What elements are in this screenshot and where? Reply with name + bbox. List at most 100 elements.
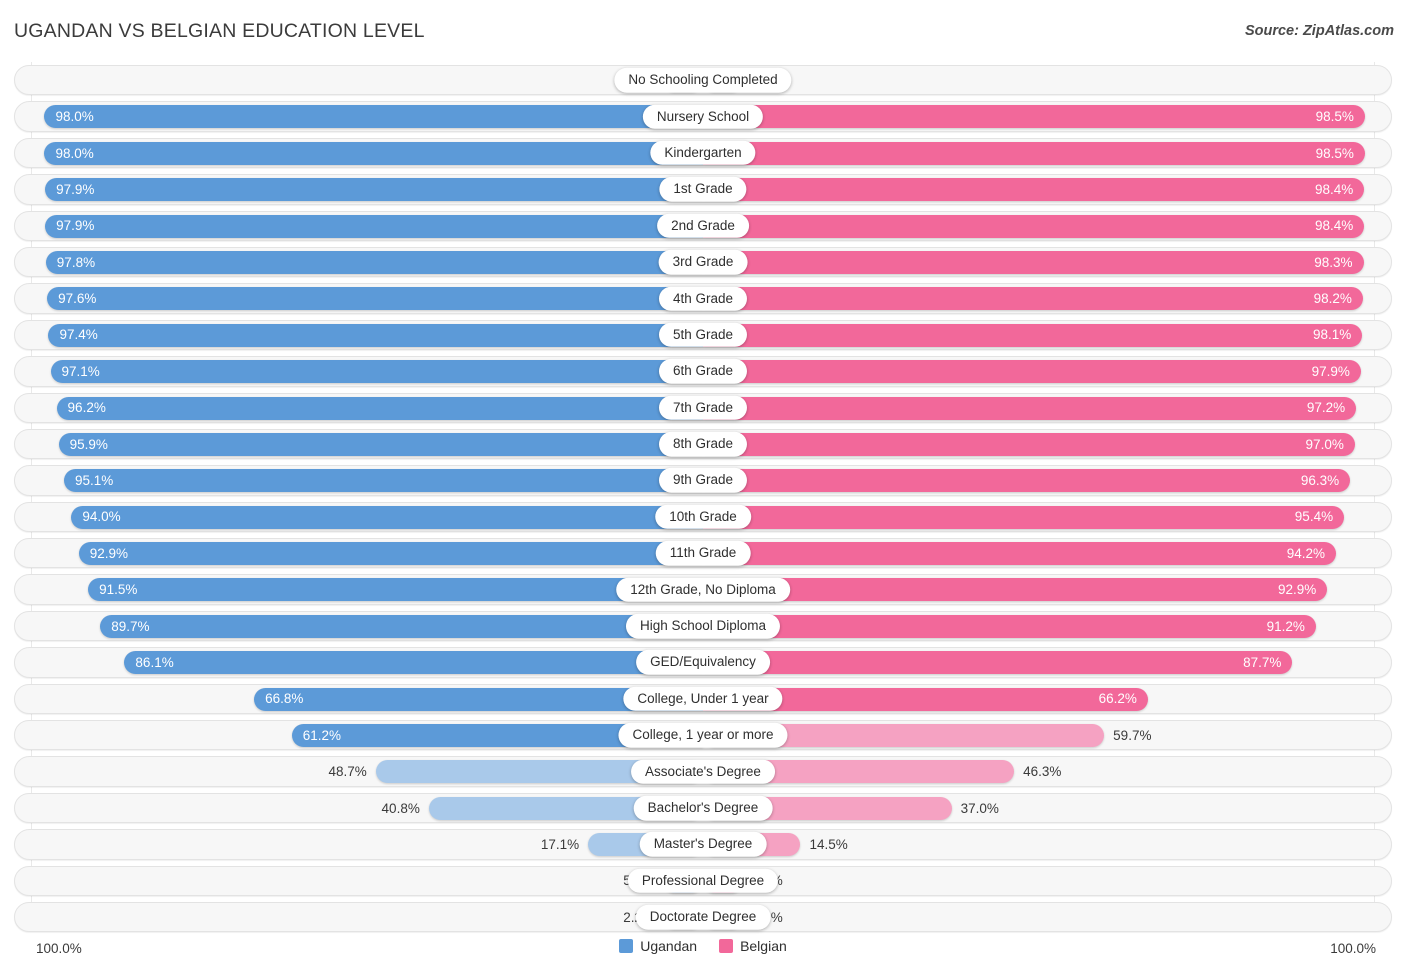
category-label: Nursery School <box>642 104 764 129</box>
bar-value-belgian: 92.9% <box>1278 582 1317 598</box>
bar-group-belgian: 98.5% <box>703 105 1365 129</box>
bar-ugandan[interactable]: 97.6% <box>47 287 703 311</box>
bar-belgian[interactable]: 98.4% <box>703 178 1365 202</box>
bar-value-ugandan: 17.1% <box>540 836 580 852</box>
bar-group-ugandan: 97.4% <box>48 323 703 347</box>
bar-belgian[interactable]: 98.2% <box>703 287 1363 311</box>
bar-ugandan[interactable]: 95.9% <box>58 432 703 456</box>
chart-row: 61.2% 59.7% College, 1 year or more <box>0 717 1406 753</box>
bar-belgian[interactable]: 96.3% <box>703 469 1351 493</box>
bar-value-belgian: 98.4% <box>1314 181 1354 197</box>
category-label: Associate's Degree <box>631 759 775 784</box>
bar-group-ugandan: 92.9% <box>78 542 703 566</box>
bar-value-ugandan: 97.8% <box>56 254 96 270</box>
bar-ugandan[interactable]: 91.5% <box>88 578 703 602</box>
legend-item-belgian[interactable]: Belgian <box>719 938 787 954</box>
bar-belgian[interactable]: 98.5% <box>703 105 1365 129</box>
bar-ugandan[interactable]: 97.4% <box>48 323 703 347</box>
category-label: 2nd Grade <box>657 213 749 238</box>
bar-group-ugandan: 95.1% <box>63 469 703 493</box>
legend-label-ugandan: Ugandan <box>640 938 698 954</box>
chart-row: 92.9% 94.2% 11th Grade <box>0 535 1406 571</box>
bar-belgian[interactable]: 98.3% <box>703 250 1364 274</box>
page-title: UGANDAN VS BELGIAN EDUCATION LEVEL <box>14 20 425 42</box>
bar-group-ugandan: 97.9% <box>45 178 703 202</box>
bar-ugandan[interactable]: 94.0% <box>71 505 703 529</box>
bar-belgian[interactable]: 98.5% <box>703 141 1365 165</box>
bar-value-belgian: 94.2% <box>1286 545 1326 561</box>
category-label: Bachelor's Degree <box>633 795 773 821</box>
category-label: 5th Grade <box>658 322 748 348</box>
category-label: 12th Grade, No Diploma <box>616 577 790 602</box>
bar-value-ugandan: 97.1% <box>61 363 100 379</box>
category-label: Professional Degree <box>627 868 779 894</box>
bar-ugandan[interactable]: 97.9% <box>45 178 703 202</box>
bar-belgian[interactable]: 87.7% <box>703 651 1293 675</box>
bar-ugandan[interactable]: 86.1% <box>124 651 703 675</box>
bar-belgian[interactable]: 94.2% <box>703 542 1337 566</box>
category-label: 1st Grade <box>659 177 747 202</box>
bar-ugandan[interactable]: 92.9% <box>78 542 703 566</box>
category-label: GED/Equivalency <box>636 650 770 675</box>
bar-value-belgian: 91.2% <box>1266 618 1305 634</box>
bar-ugandan[interactable]: 97.9% <box>45 214 703 238</box>
bar-group-belgian: 97.9% <box>703 360 1361 384</box>
bar-belgian[interactable]: 97.0% <box>703 432 1355 456</box>
bar-value-belgian: 46.3% <box>1023 764 1062 780</box>
bar-belgian[interactable]: 91.2% <box>703 614 1316 638</box>
bar-ugandan[interactable]: 98.0% <box>44 141 703 165</box>
bar-value-belgian: 98.1% <box>1312 327 1352 343</box>
bar-group-ugandan: 91.5% <box>88 578 703 602</box>
bar-ugandan[interactable]: 95.1% <box>63 469 703 493</box>
bar-ugandan[interactable]: 96.2% <box>56 396 703 420</box>
category-label: College, Under 1 year <box>623 686 783 712</box>
bar-belgian[interactable]: 97.9% <box>703 360 1361 384</box>
bar-value-belgian: 96.3% <box>1300 473 1340 489</box>
bar-group-belgian: 92.9% <box>703 578 1328 602</box>
bar-value-belgian: 98.2% <box>1313 291 1352 307</box>
bar-value-ugandan: 91.5% <box>99 582 138 598</box>
bar-value-belgian: 98.4% <box>1314 218 1354 234</box>
chart-row: 2.2%1.8%Doctorate Degree <box>0 899 1406 935</box>
bar-value-ugandan: 95.9% <box>69 436 108 452</box>
bar-ugandan[interactable]: 97.8% <box>45 250 703 274</box>
legend-swatch-icon-belgian <box>719 939 734 953</box>
bar-value-belgian: 87.7% <box>1243 655 1282 670</box>
category-label: 6th Grade <box>658 359 748 384</box>
chart-row: 91.5% 92.9% 12th Grade, No Diploma <box>0 571 1406 607</box>
chart-legend: Ugandan Belgian <box>0 938 1406 954</box>
bar-value-belgian: 14.5% <box>809 836 848 852</box>
category-label: Kindergarten <box>650 140 756 166</box>
bar-value-belgian: 97.2% <box>1306 400 1346 416</box>
chart-row: 66.8% 66.2% College, Under 1 year <box>0 681 1406 717</box>
bar-value-ugandan: 89.7% <box>111 618 150 634</box>
legend-item-ugandan[interactable]: Ugandan <box>619 938 697 954</box>
category-label: Doctorate Degree <box>635 904 771 930</box>
chart-row: 97.1% 97.9% 6th Grade <box>0 353 1406 389</box>
bar-belgian[interactable]: 92.9% <box>703 578 1328 602</box>
bar-group-ugandan: 86.1% <box>124 651 703 675</box>
bar-ugandan[interactable]: 97.1% <box>50 360 703 384</box>
chart-row: 48.7% 46.3% Associate's Degree <box>0 753 1406 789</box>
bar-group-ugandan: 97.1% <box>50 360 703 384</box>
bar-belgian[interactable]: 98.1% <box>703 323 1363 347</box>
bar-group-ugandan: 97.8% <box>45 250 703 274</box>
category-label: 7th Grade <box>658 395 748 420</box>
bar-belgian[interactable]: 98.4% <box>703 214 1365 238</box>
bar-group-ugandan: 97.6% <box>47 287 703 311</box>
bar-ugandan[interactable]: 98.0% <box>44 105 703 129</box>
bar-ugandan[interactable]: 89.7% <box>100 614 703 638</box>
bar-group-belgian: 98.1% <box>703 323 1363 347</box>
chart-row: 2.0%1.6%No Schooling Completed <box>0 62 1406 98</box>
bar-belgian[interactable]: 97.2% <box>703 396 1357 420</box>
bar-value-ugandan: 96.2% <box>67 400 106 416</box>
bar-group-belgian: 97.0% <box>703 432 1355 456</box>
bar-value-belgian: 98.5% <box>1315 145 1354 161</box>
bar-belgian[interactable]: 95.4% <box>703 505 1345 529</box>
bar-value-belgian: 98.3% <box>1314 254 1353 270</box>
chart-row: 17.1% 14.5% Master's Degree <box>0 826 1406 862</box>
bar-group-ugandan: 96.2% <box>56 396 703 420</box>
category-label: 3rd Grade <box>658 249 748 275</box>
chart-row: 96.2% 97.2% 7th Grade <box>0 390 1406 426</box>
bar-value-ugandan: 98.0% <box>55 109 94 125</box>
